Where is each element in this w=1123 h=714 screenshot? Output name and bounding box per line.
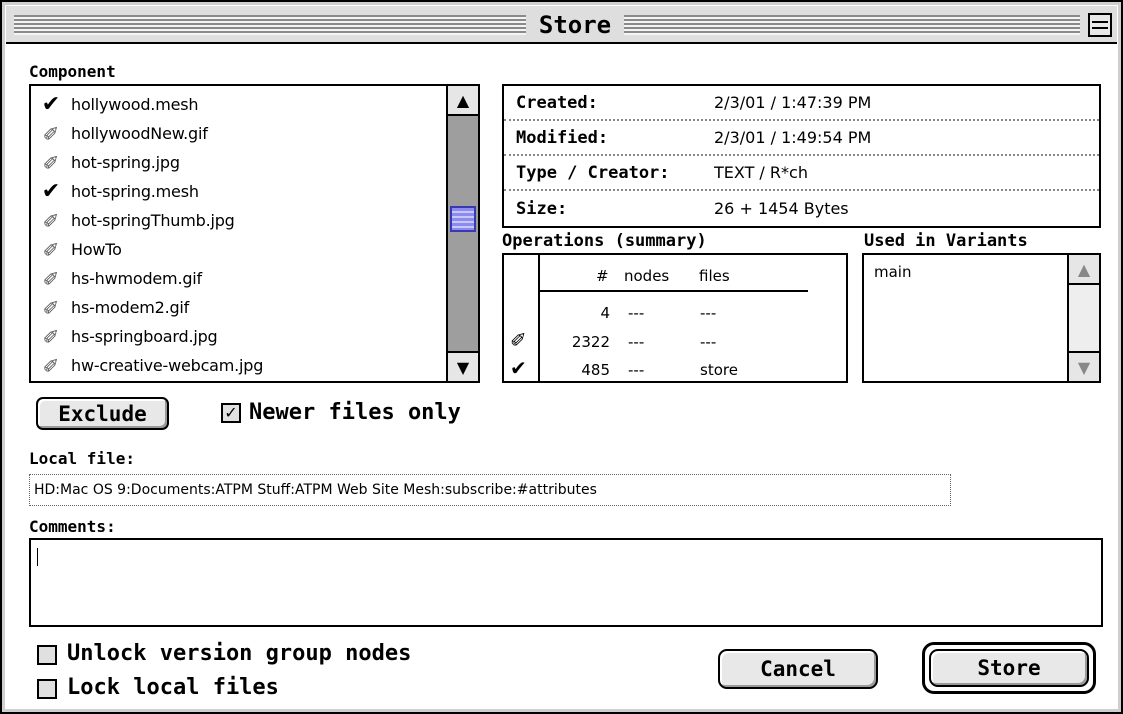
- checkmark-icon[interactable]: ✔: [31, 180, 71, 203]
- list-item-label: hs-springboard.jpg: [71, 327, 218, 346]
- newer-files-label[interactable]: Newer files only: [249, 400, 461, 426]
- modified-value: 2/3/01 / 1:49:54 PM: [714, 128, 872, 147]
- text-caret: [37, 548, 38, 566]
- pencil-check-icon[interactable]: ✐: [31, 297, 71, 319]
- ops-nodes-cell: ---: [628, 361, 645, 379]
- pencil-check-icon[interactable]: ✐: [31, 210, 71, 232]
- component-label: Component: [29, 62, 116, 81]
- list-item[interactable]: ✐ hs-modem2.gif: [31, 293, 449, 322]
- checkmark-icon[interactable]: ✔: [31, 93, 71, 116]
- ops-files-cell: ---: [700, 333, 717, 351]
- size-label: Size:: [516, 198, 568, 219]
- store-dialog: Store Component ✔ hollywood.mesh ✐ hollywoo…: [0, 0, 1123, 714]
- list-item[interactable]: ✔ hollywood.mesh: [31, 90, 449, 119]
- exclude-button[interactable]: Exclude: [36, 397, 169, 430]
- ops-header-count: #: [596, 267, 609, 285]
- list-item[interactable]: ✐ HowTo: [31, 235, 449, 264]
- variants-list[interactable]: main ▲ ▼: [862, 253, 1101, 383]
- collapse-box-icon[interactable]: [1088, 13, 1112, 37]
- list-item-label: hot-springThumb.jpg: [71, 211, 235, 230]
- created-label: Created:: [516, 92, 598, 113]
- cancel-button[interactable]: Cancel: [718, 649, 878, 689]
- unlock-version-checkbox[interactable]: [37, 645, 57, 665]
- type-creator-row: Type / Creator: TEXT / R*ch: [504, 156, 1099, 191]
- type-creator-value: TEXT / R*ch: [714, 163, 808, 182]
- created-row: Created: 2/3/01 / 1:47:39 PM: [504, 86, 1099, 121]
- title-bar[interactable]: Store: [6, 6, 1117, 44]
- list-item[interactable]: ✐ hw-creative-webcam.jpg: [31, 351, 449, 380]
- pencil-check-icon: ✐: [510, 328, 527, 352]
- ops-count-cell: 485: [581, 361, 610, 379]
- title-stripes-left: [14, 15, 526, 35]
- scroll-up-arrow-icon[interactable]: ▲: [448, 86, 478, 116]
- list-item[interactable]: ✐ hot-springThumb.jpg: [31, 206, 449, 235]
- list-item[interactable]: ✐ hs-springboard.jpg: [31, 322, 449, 351]
- pencil-check-icon[interactable]: ✐: [31, 123, 71, 145]
- component-list[interactable]: ✔ hollywood.mesh ✐ hollywoodNew.gif ✐ hot-spr…: [29, 84, 480, 383]
- list-item[interactable]: ✐ hot-spring.jpg: [31, 148, 449, 177]
- variants-scroll-up-arrow-icon[interactable]: ▲: [1069, 255, 1099, 285]
- window-title: Store: [538, 11, 612, 39]
- variants-scrollbar[interactable]: ▲ ▼: [1067, 255, 1099, 381]
- variant-item-main[interactable]: main: [874, 263, 911, 281]
- info-table: Created: 2/3/01 / 1:47:39 PM Modified: 2…: [502, 84, 1101, 228]
- title-stripes-right: [624, 15, 1080, 35]
- scroll-down-arrow-icon[interactable]: ▼: [448, 351, 478, 381]
- pencil-check-icon[interactable]: ✐: [31, 239, 71, 261]
- lock-local-checkbox[interactable]: [37, 679, 57, 699]
- ops-nodes-cell: ---: [628, 304, 645, 322]
- ops-nodes-cell: ---: [628, 333, 645, 351]
- ops-count-cell: 4: [600, 304, 610, 322]
- type-creator-label: Type / Creator:: [516, 162, 670, 183]
- checkmark-icon: ✔: [510, 356, 527, 380]
- ops-files-cell: ---: [700, 304, 717, 322]
- ops-count-cell: 2322: [571, 333, 610, 351]
- store-button[interactable]: Store: [929, 649, 1089, 687]
- local-file-label: Local file:: [29, 449, 135, 468]
- variants-scroll-down-arrow-icon[interactable]: ▼: [1069, 351, 1099, 381]
- size-row: Size: 26 + 1454 Bytes: [504, 191, 1099, 226]
- list-item-label: HowTo: [71, 240, 122, 259]
- list-item-label: hs-modem2.gif: [71, 298, 190, 317]
- pencil-check-icon[interactable]: ✐: [31, 152, 71, 174]
- list-item-label: hw-creative-webcam.jpg: [71, 356, 264, 375]
- modified-row: Modified: 2/3/01 / 1:49:54 PM: [504, 121, 1099, 156]
- list-item[interactable]: ✐ hs-hwmodem.gif: [31, 264, 449, 293]
- pencil-check-icon[interactable]: ✐: [31, 268, 71, 290]
- ops-header-line: [540, 290, 808, 292]
- unlock-version-label[interactable]: Unlock version group nodes: [67, 641, 411, 667]
- list-item-label: hollywood.mesh: [71, 95, 199, 114]
- modified-label: Modified:: [516, 127, 609, 148]
- variants-label: Used in Variants: [864, 231, 1028, 251]
- comments-label: Comments:: [29, 517, 116, 536]
- operations-label: Operations (summary): [502, 231, 707, 251]
- component-scrollbar[interactable]: ▲ ▼: [446, 86, 478, 381]
- ops-divider: [538, 255, 540, 381]
- list-item[interactable]: ✐ hollywoodNew.gif: [31, 119, 449, 148]
- list-item[interactable]: ✔ hot-spring.mesh: [31, 177, 449, 206]
- lock-local-label[interactable]: Lock local files: [67, 675, 279, 701]
- comments-textarea[interactable]: [29, 538, 1103, 627]
- pencil-check-icon[interactable]: ✐: [31, 326, 71, 348]
- created-value: 2/3/01 / 1:47:39 PM: [714, 93, 872, 112]
- list-item-label: hot-spring.jpg: [71, 153, 180, 172]
- operations-table: # nodes files 4 --- --- ✐ 2322 --- --- ✔ 485 --- s…: [502, 253, 848, 383]
- scroll-thumb[interactable]: [450, 206, 476, 232]
- ops-header-nodes: nodes: [624, 267, 670, 285]
- list-item-label: hs-hwmodem.gif: [71, 269, 202, 288]
- pencil-check-icon[interactable]: ✐: [31, 355, 71, 377]
- newer-files-checkbox[interactable]: ✓: [221, 403, 241, 423]
- list-item-label: hot-spring.mesh: [71, 182, 199, 201]
- ops-header-files: files: [699, 267, 730, 285]
- local-file-field[interactable]: HD:Mac OS 9:Documents:ATPM Stuff:ATPM We…: [29, 474, 951, 506]
- ops-files-cell: store: [700, 361, 738, 379]
- list-item-label: hollywoodNew.gif: [71, 124, 208, 143]
- size-value: 26 + 1454 Bytes: [714, 199, 849, 218]
